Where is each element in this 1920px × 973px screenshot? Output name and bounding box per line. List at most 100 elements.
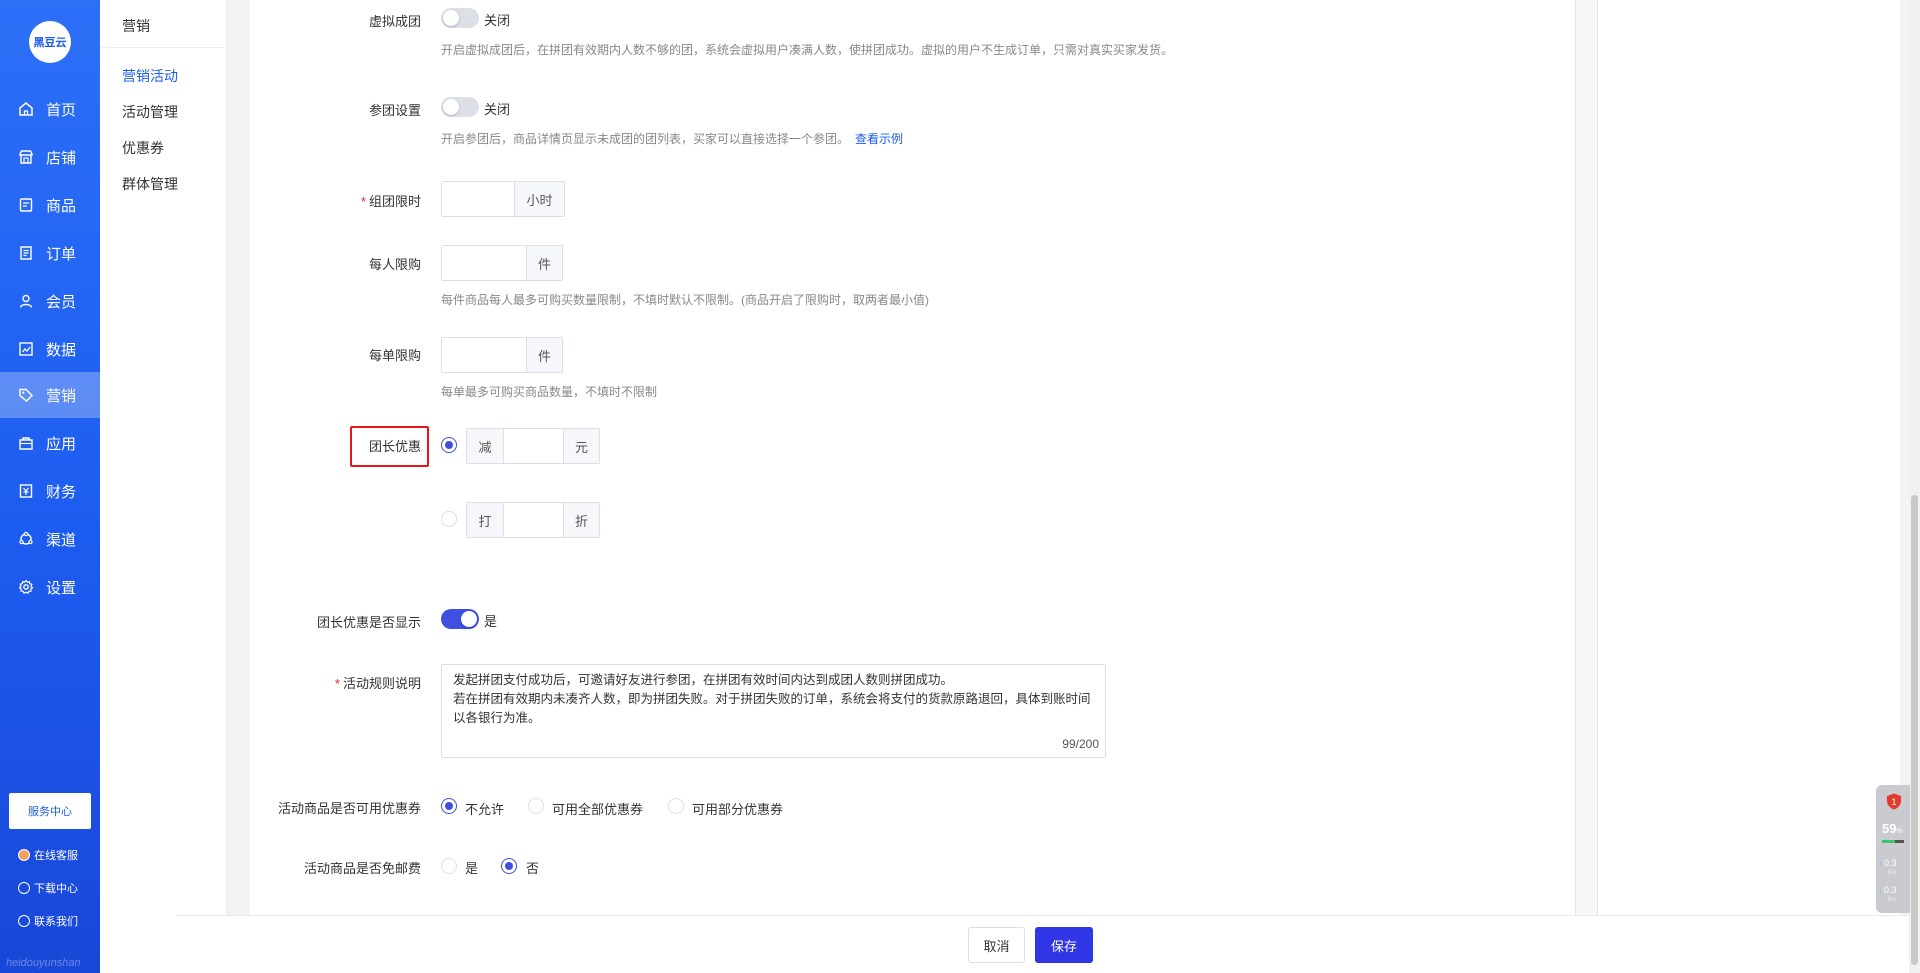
nav-item-label: 营销 [46, 387, 77, 405]
nav-item-goods[interactable]: 商品 [0, 182, 100, 228]
cancel-button[interactable]: 取消 [968, 927, 1025, 963]
chart-icon [18, 341, 34, 357]
right-panel [1598, 0, 1900, 973]
avatar-icon [18, 849, 30, 861]
coupon-usage-option-label: 可用部分优惠券 [692, 802, 784, 817]
join-group-switch-text: 关闭 [484, 102, 511, 117]
main-nav: 黑豆云 首页 店铺 商品 订单 会员 数据 营销 应用 财务 渠道 设置 服务中… [0, 0, 100, 973]
prefix-addon: 打 [467, 503, 504, 537]
app-icon [18, 435, 34, 451]
subnav-item-marketing-activity[interactable]: 营销活动 [122, 66, 178, 86]
brand-logo[interactable]: 黑豆云 [29, 21, 71, 63]
nav-item-label: 设置 [46, 579, 77, 597]
member-icon [18, 293, 34, 309]
leader-discount-label: 团长优惠 [368, 439, 421, 454]
nav-item-data[interactable]: 数据 [0, 326, 100, 372]
group-time-limit-label: * 组团限时 [221, 191, 421, 210]
order-icon [18, 245, 34, 261]
per-person-limit-input[interactable] [442, 246, 526, 280]
service-center-button[interactable]: 服务中心 [9, 793, 91, 829]
nav-item-channel[interactable]: 渠道 [0, 516, 100, 562]
subnav-item-coupon[interactable]: 优惠券 [122, 138, 164, 158]
free-shipping-option-label: 否 [526, 861, 540, 876]
download-speed: 0.3 K/s [1884, 885, 1897, 905]
nav-item-label: 应用 [46, 435, 77, 453]
nav-item-label: 财务 [46, 483, 77, 501]
subnav-divider [100, 47, 227, 48]
window-scrollbar[interactable] [1909, 0, 1920, 973]
brand-watermark: heidouyunshan [6, 957, 81, 969]
nav-link-label: 联系我们 [34, 916, 78, 928]
content-scrollbar[interactable] [1575, 0, 1598, 915]
leader-discount-display-switch[interactable] [441, 609, 479, 629]
nav-item-home[interactable]: 首页 [0, 86, 100, 132]
save-button[interactable]: 保存 [1035, 927, 1093, 963]
download-icon [18, 882, 30, 894]
contact-us-link[interactable]: 联系我们 [18, 913, 78, 929]
virtual-group-hint: 开启虚拟成团后，在拼团有效期内人数不够的团，系统会虚拟用户凑满人数，使拼团成功。… [441, 43, 1174, 57]
per-person-limit-label: 每人限购 [368, 257, 421, 272]
upload-speed-value: 0.3 [1884, 858, 1897, 868]
nav-item-label: 会员 [46, 293, 77, 311]
scrollbar-thumb[interactable] [1911, 495, 1918, 965]
cpu-usage: 59% [1882, 821, 1903, 836]
subnav-item-activity-management[interactable]: 活动管理 [122, 102, 178, 122]
join-group-switch[interactable] [441, 97, 479, 117]
subnav-item-group-management[interactable]: 群体管理 [122, 174, 178, 194]
nav-item-label: 数据 [46, 341, 77, 359]
nav-item-marketing[interactable]: 营销 [0, 372, 100, 418]
cpu-usage-bar [1882, 840, 1904, 843]
leader-discount-reduce-field: 减 元 [466, 428, 600, 464]
prefix-addon: 减 [467, 429, 504, 463]
rules-textarea[interactable]: 发起拼团支付成功后，可邀请好友进行参团，在拼团有效时间内达到成团人数则拼团成功。… [441, 664, 1106, 758]
coupon-usage-radio-all[interactable] [528, 798, 544, 814]
group-time-limit-label-text: 组团限时 [368, 194, 421, 209]
nav-item-member[interactable]: 会员 [0, 278, 100, 324]
switch-knob [443, 99, 459, 115]
coupon-usage-option-label: 可用全部优惠券 [552, 802, 644, 817]
per-person-limit-field: 件 [441, 245, 563, 281]
suffix-addon: 折 [563, 503, 599, 537]
per-order-limit-field: 件 [441, 337, 563, 373]
nav-item-finance[interactable]: 财务 [0, 468, 100, 514]
nav-item-label: 店铺 [46, 149, 77, 167]
required-mark: * [334, 676, 340, 691]
system-monitor-widget[interactable]: 1 59% ↑ 0.3 K/s ↓ 0.3 K/s [1876, 785, 1910, 913]
leader-discount-reduce-radio[interactable] [441, 437, 457, 453]
coupon-usage-radio-disallow[interactable] [441, 798, 457, 814]
nav-item-order[interactable]: 订单 [0, 230, 100, 276]
nav-item-app[interactable]: 应用 [0, 420, 100, 466]
virtual-group-switch[interactable] [441, 8, 479, 28]
form-actions-bar: 取消 保存 [176, 915, 1909, 973]
free-shipping-radio-yes[interactable] [441, 858, 457, 874]
subnav-title: 营销 [122, 18, 150, 34]
contact-icon [18, 915, 30, 927]
nav-item-shop[interactable]: 店铺 [0, 134, 100, 180]
rules-text: 发起拼团支付成功后，可邀请好友进行参团，在拼团有效时间内达到成团人数则拼团成功。… [453, 673, 1091, 725]
coupon-usage-option-label: 不允许 [465, 802, 505, 817]
virtual-group-switch-text: 关闭 [484, 13, 511, 28]
download-speed-value: 0.3 [1884, 885, 1897, 895]
per-person-limit-hint: 每件商品每人最多可购买数量限制，不填时默认不限制。(商品开启了限购时，取两者最小… [441, 293, 929, 307]
group-time-limit-field: 小时 [441, 181, 565, 217]
leader-discount-percent-radio[interactable] [441, 511, 457, 527]
per-order-limit-input[interactable] [442, 338, 526, 372]
leader-discount-display-switch-text: 是 [484, 614, 498, 629]
view-example-link[interactable]: 查看示例 [855, 132, 903, 146]
upload-arrow-icon: ↑ [1879, 861, 1883, 868]
nav-item-label: 首页 [46, 101, 77, 119]
download-center-link[interactable]: 下载中心 [18, 880, 78, 896]
switch-knob [443, 10, 459, 26]
online-service-link[interactable]: 在线客服 [18, 847, 78, 863]
coupon-usage-radio-partial[interactable] [668, 798, 684, 814]
nav-link-label: 在线客服 [34, 850, 78, 862]
free-shipping-radio-no[interactable] [501, 858, 517, 874]
join-group-label: 参团设置 [368, 103, 421, 118]
group-time-limit-input[interactable] [442, 182, 514, 216]
leader-discount-reduce-input[interactable] [504, 429, 563, 463]
leader-discount-percent-input[interactable] [504, 503, 563, 537]
per-order-limit-label: 每单限购 [368, 348, 421, 363]
free-shipping-label: 活动商品是否免邮费 [303, 861, 421, 876]
nav-item-settings[interactable]: 设置 [0, 564, 100, 610]
leader-discount-percent-field: 打 折 [466, 502, 600, 538]
